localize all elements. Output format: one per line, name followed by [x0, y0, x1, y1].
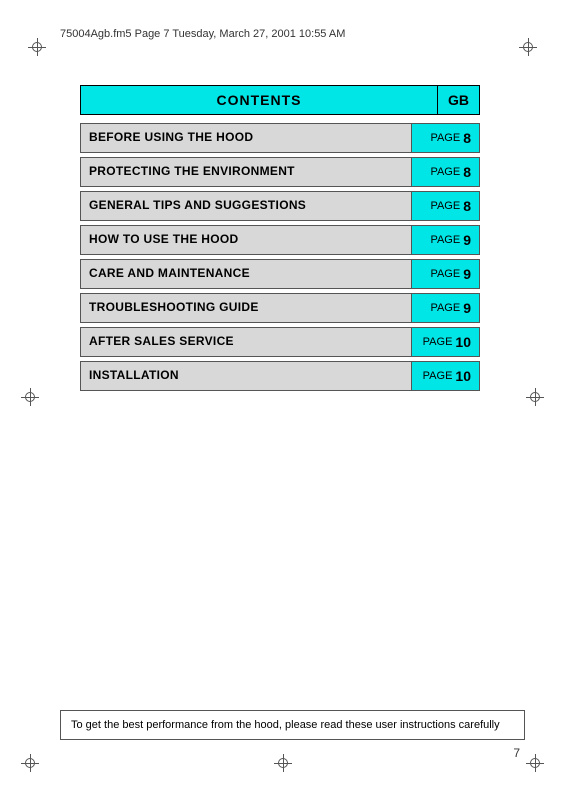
toc-label-4: CARE AND MAINTENANCE — [81, 260, 411, 288]
toc-page-0: PAGE 8 — [411, 124, 479, 152]
toc-page-word-6: PAGE — [423, 336, 453, 348]
toc-page-num-1: 8 — [463, 164, 471, 180]
toc-row-0: BEFORE USING THE HOOD PAGE 8 — [80, 123, 480, 153]
toc-row-6: AFTER SALES SERVICE PAGE 10 — [80, 327, 480, 357]
toc-label-3: HOW TO USE THE HOOD — [81, 226, 411, 254]
page: 75004Agb.fm5 Page 7 Tuesday, March 27, 2… — [0, 0, 565, 800]
toc-label-1: PROTECTING THE ENVIRONMENT — [81, 158, 411, 186]
crosshair-top-right — [519, 38, 537, 56]
toc-page-word-0: PAGE — [430, 132, 460, 144]
toc-row-2: GENERAL TIPS AND SUGGESTIONS PAGE 8 — [80, 191, 480, 221]
toc-page-num-3: 9 — [463, 232, 471, 248]
toc-row-4: CARE AND MAINTENANCE PAGE 9 — [80, 259, 480, 289]
toc-label-7: INSTALLATION — [81, 362, 411, 390]
toc-page-4: PAGE 9 — [411, 260, 479, 288]
toc-page-5: PAGE 9 — [411, 294, 479, 322]
toc-label-5: TROUBLESHOOTING GUIDE — [81, 294, 411, 322]
toc-label-0: BEFORE USING THE HOOD — [81, 124, 411, 152]
crosshair-bottom-left — [21, 754, 39, 772]
toc-page-num-0: 8 — [463, 130, 471, 146]
crosshair-mid-right — [526, 388, 544, 406]
toc-page-num-4: 9 — [463, 266, 471, 282]
toc-label-6: AFTER SALES SERVICE — [81, 328, 411, 356]
footer-note: To get the best performance from the hoo… — [60, 710, 525, 740]
header-bar: 75004Agb.fm5 Page 7 Tuesday, March 27, 2… — [60, 28, 525, 40]
toc-page-num-2: 8 — [463, 198, 471, 214]
toc-label-2: GENERAL TIPS AND SUGGESTIONS — [81, 192, 411, 220]
toc-page-word-5: PAGE — [430, 302, 460, 314]
crosshair-top-left — [28, 38, 46, 56]
toc-page-2: PAGE 8 — [411, 192, 479, 220]
crosshair-bottom-right — [526, 754, 544, 772]
toc-page-1: PAGE 8 — [411, 158, 479, 186]
contents-header: CONTENTS GB — [80, 85, 480, 115]
toc-page-word-2: PAGE — [430, 200, 460, 212]
crosshair-bottom-center — [274, 754, 292, 772]
page-number: 7 — [513, 746, 520, 760]
toc-page-word-7: PAGE — [423, 370, 453, 382]
toc-row-1: PROTECTING THE ENVIRONMENT PAGE 8 — [80, 157, 480, 187]
toc-page-word-1: PAGE — [430, 166, 460, 178]
crosshair-mid-left — [21, 388, 39, 406]
toc-page-num-6: 10 — [455, 334, 471, 350]
toc-page-word-3: PAGE — [430, 234, 460, 246]
contents-title: CONTENTS — [80, 85, 437, 115]
toc-page-7: PAGE 10 — [411, 362, 479, 390]
contents-gb: GB — [437, 85, 480, 115]
toc-page-6: PAGE 10 — [411, 328, 479, 356]
toc-page-num-7: 10 — [455, 368, 471, 384]
toc-row-5: TROUBLESHOOTING GUIDE PAGE 9 — [80, 293, 480, 323]
toc-page-word-4: PAGE — [430, 268, 460, 280]
toc-page-num-5: 9 — [463, 300, 471, 316]
header-text: 75004Agb.fm5 Page 7 Tuesday, March 27, 2… — [60, 28, 345, 40]
toc-row-3: HOW TO USE THE HOOD PAGE 9 — [80, 225, 480, 255]
toc-page-3: PAGE 9 — [411, 226, 479, 254]
content-area: CONTENTS GB BEFORE USING THE HOOD PAGE 8… — [80, 85, 480, 395]
toc-row-7: INSTALLATION PAGE 10 — [80, 361, 480, 391]
